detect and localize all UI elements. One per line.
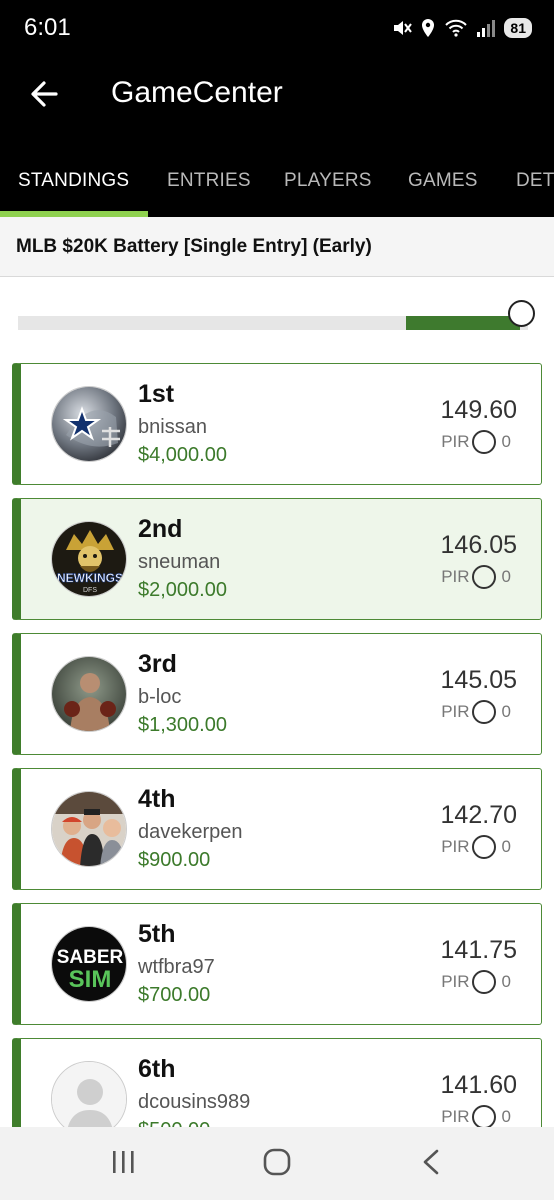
pir-indicator: PIR 0 — [441, 700, 511, 724]
back-arrow-icon[interactable] — [26, 74, 66, 114]
avatar — [51, 791, 127, 867]
pir-value: 0 — [501, 567, 511, 586]
location-icon — [422, 19, 435, 37]
score: 141.60 — [440, 1071, 517, 1099]
standing-card[interactable]: 3rd b-loc $1,300.00 145.05 PIR 0 — [12, 633, 542, 755]
tab-standings[interactable]: STANDINGS — [18, 170, 129, 192]
standing-card[interactable]: SABER SIM 5th wtfbra97 $700.00 141.75 PI… — [12, 903, 542, 1025]
rank-label: 3rd — [138, 650, 177, 678]
tab-players[interactable]: PLAYERS — [284, 170, 372, 192]
signal-icon — [477, 20, 496, 37]
app-bar: GameCenter — [0, 56, 554, 136]
contest-header: MLB $20K Battery [Single Entry] (Early) — [0, 217, 554, 277]
rank-label: 5th — [138, 920, 176, 948]
family-photo-icon — [52, 792, 126, 866]
sabersim-logo-text: SABER — [57, 947, 124, 968]
system-nav-bar — [0, 1127, 554, 1200]
avatar: SABER SIM — [51, 926, 127, 1002]
wifi-icon — [445, 19, 468, 37]
username: davekerpen — [138, 821, 243, 843]
rank-label: 4th — [138, 785, 176, 813]
username: dcousins989 — [138, 1091, 251, 1113]
score: 142.70 — [440, 801, 517, 829]
pir-label: PIR — [441, 1107, 470, 1126]
newkings-logo-icon: NEWKINGS DFS — [52, 522, 126, 596]
rank-label: 2nd — [138, 515, 183, 543]
pir-indicator: PIR 0 — [441, 1105, 511, 1129]
pir-indicator: PIR 0 — [441, 430, 511, 454]
status-time: 6:01 — [24, 14, 71, 41]
pir-circle-icon — [471, 700, 496, 724]
score: 149.60 — [440, 396, 517, 424]
prize-amount: $4,000.00 — [138, 444, 227, 466]
page-title: GameCenter — [111, 76, 283, 109]
standing-card[interactable]: NEWKINGS DFS 2nd sneuman $2,000.00 146.0… — [12, 498, 542, 620]
newkings-logo-subtext: DFS — [83, 587, 97, 594]
default-avatar-icon — [52, 1062, 126, 1136]
pir-indicator: PIR 0 — [441, 835, 511, 859]
pir-label: PIR — [441, 432, 470, 451]
pir-circle-icon — [471, 565, 496, 589]
pir-value: 0 — [501, 972, 511, 991]
progress-fill — [406, 316, 520, 330]
battery-indicator: 81 — [504, 18, 532, 38]
score: 145.05 — [440, 666, 517, 694]
standing-card[interactable]: 1st bnissan $4,000.00 149.60 PIR 0 — [12, 363, 542, 485]
avatar: NEWKINGS DFS — [51, 521, 127, 597]
prize-amount: $1,300.00 — [138, 714, 227, 736]
recent-apps-icon[interactable] — [103, 1145, 143, 1181]
newkings-logo-text: NEWKINGS — [57, 571, 123, 585]
score: 141.75 — [440, 936, 517, 964]
pir-label: PIR — [441, 567, 470, 586]
rank-label: 1st — [138, 380, 175, 408]
pir-value: 0 — [501, 837, 511, 856]
pir-circle-icon — [471, 835, 496, 859]
status-bar: 6:01 81 — [0, 0, 554, 56]
sabersim-logo-subtext: SIM — [69, 966, 112, 993]
boxer-photo-icon — [52, 657, 126, 731]
tab-details[interactable]: DET... — [516, 170, 554, 192]
prize-amount: $700.00 — [138, 984, 211, 1006]
mute-icon — [394, 21, 413, 35]
pir-value: 0 — [501, 432, 511, 451]
tab-entries[interactable]: ENTRIES — [167, 170, 251, 192]
pir-circle-icon — [471, 1105, 496, 1129]
pir-label: PIR — [441, 972, 470, 991]
pir-circle-icon — [471, 970, 496, 994]
pir-indicator: PIR 0 — [441, 565, 511, 589]
username: sneuman — [138, 551, 221, 573]
pir-label: PIR — [441, 837, 470, 856]
progress-slider-knob[interactable] — [508, 300, 535, 327]
pir-value: 0 — [501, 1107, 511, 1126]
home-icon[interactable] — [257, 1145, 297, 1181]
pir-indicator: PIR 0 — [441, 970, 511, 994]
pir-circle-icon — [471, 430, 496, 454]
prize-amount: $900.00 — [138, 849, 211, 871]
username: b-loc — [138, 686, 182, 708]
cowboys-helmet-icon — [52, 387, 126, 461]
rank-label: 6th — [138, 1055, 176, 1083]
contest-name: MLB $20K Battery [Single Entry] (Early) — [16, 236, 372, 257]
pir-label: PIR — [441, 702, 470, 721]
prize-amount: $2,000.00 — [138, 579, 227, 601]
score: 146.05 — [440, 531, 517, 559]
username: bnissan — [138, 416, 207, 438]
avatar — [51, 386, 127, 462]
pir-value: 0 — [501, 702, 511, 721]
tab-bar: STANDINGS ENTRIES PLAYERS GAMES DET... — [0, 136, 554, 217]
standing-card[interactable]: 4th davekerpen $900.00 142.70 PIR 0 — [12, 768, 542, 890]
tab-games[interactable]: GAMES — [408, 170, 478, 192]
status-icons: 81 — [392, 14, 532, 42]
avatar — [51, 1061, 127, 1137]
username: wtfbra97 — [138, 956, 215, 978]
sabersim-logo-icon: SABER SIM — [52, 927, 126, 1001]
back-nav-icon[interactable] — [412, 1145, 452, 1181]
avatar — [51, 656, 127, 732]
